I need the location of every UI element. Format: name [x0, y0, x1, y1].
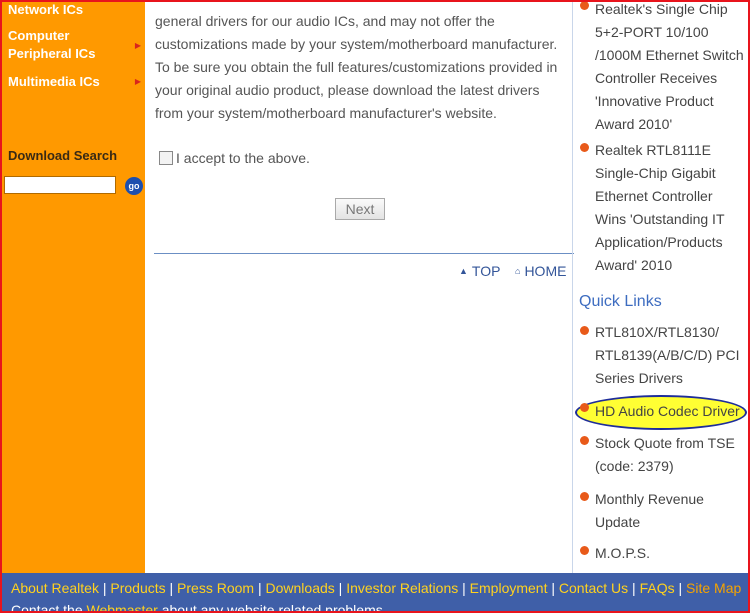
contact-suffix: about any website related problems. — [161, 602, 387, 613]
download-search-title: Download Search — [8, 148, 118, 163]
sidebar-item-computer-peripheral-ics[interactable]: Computer Peripheral ICs — [8, 27, 133, 63]
top-link-label: TOP — [471, 263, 501, 279]
sidebar-item-label: Multimedia ICs — [8, 74, 100, 89]
go-button[interactable]: go — [125, 177, 143, 195]
quick-link-item[interactable]: M.O.P.S. — [595, 542, 747, 565]
footer-link-employment[interactable]: Employment — [470, 580, 548, 596]
home-icon: ⌂ — [515, 266, 521, 276]
browser-frame: Network ICs Computer Peripheral ICs ▶ Mu… — [0, 0, 750, 613]
download-search-input[interactable] — [4, 176, 116, 194]
home-link[interactable]: ⌂ HOME — [515, 263, 566, 279]
main-content: general drivers for our audio ICs, and m… — [145, 2, 574, 573]
footer-link-contact-us[interactable]: Contact Us — [559, 580, 628, 596]
footer-link-site-map[interactable]: Site Map — [686, 580, 741, 596]
news-item[interactable]: Realtek RTL8111E Single-Chip Gigabit Eth… — [595, 139, 747, 277]
webmaster-link[interactable]: Webmaster — [87, 602, 158, 611]
contact-prefix: Contact the — [11, 602, 83, 613]
bullet-icon — [580, 326, 589, 335]
footer-link-press-room[interactable]: Press Room — [177, 580, 254, 596]
accept-checkbox[interactable] — [159, 151, 173, 165]
bullet-icon — [580, 492, 589, 501]
bullet-icon — [580, 143, 589, 152]
footer-link-faqs[interactable]: FAQs — [640, 580, 675, 596]
next-button[interactable]: Next — [335, 198, 385, 220]
bullet-icon — [580, 546, 589, 555]
accept-row: I accept to the above. — [159, 150, 310, 166]
chevron-right-icon: ▶ — [134, 77, 141, 86]
news-item[interactable]: Realtek's Single Chip 5+2-PORT 10/100 /1… — [595, 2, 747, 136]
quick-links-title: Quick Links — [579, 293, 662, 310]
sidebar-item-multimedia-ics[interactable]: Multimedia ICs — [8, 73, 100, 91]
chevron-right-icon: ▶ — [134, 41, 141, 50]
sidebar-item-label: Computer Peripheral ICs — [8, 28, 96, 61]
quick-link-item[interactable]: Stock Quote from TSE (code: 2379) — [595, 432, 747, 478]
left-sidebar: Network ICs Computer Peripheral ICs ▶ Mu… — [2, 2, 145, 573]
footer-link-about[interactable]: About Realtek — [11, 580, 99, 596]
driver-notice-text: general drivers for our audio ICs, and m… — [155, 13, 558, 121]
quick-link-item-hd-audio[interactable]: HD Audio Codec Driver — [595, 400, 747, 423]
footer-link-products[interactable]: Products — [110, 580, 165, 596]
footer-link-downloads[interactable]: Downloads — [266, 580, 335, 596]
bullet-icon — [580, 403, 589, 412]
sidebar-item-network-ics[interactable]: Network ICs — [8, 2, 84, 19]
accept-label: I accept to the above. — [176, 150, 310, 166]
quick-link-item[interactable]: RTL810X/RTL8130/ RTL8139(A/B/C/D) PCI Se… — [595, 321, 747, 390]
arrow-up-icon: ▲ — [459, 266, 468, 276]
quick-link-item[interactable]: Monthly Revenue Update — [595, 488, 747, 534]
footer-links: About Realtek | Products | Press Room | … — [11, 580, 742, 596]
top-link[interactable]: ▲ TOP — [459, 263, 500, 279]
content-divider — [154, 253, 574, 254]
right-column: Realtek's Single Chip 5+2-PORT 10/100 /1… — [572, 2, 748, 573]
bullet-icon — [580, 2, 589, 10]
bullet-icon — [580, 436, 589, 445]
sidebar-item-label: Network ICs — [8, 2, 84, 17]
contact-line: Contact the Webmaster about any website … — [11, 602, 387, 613]
footer: About Realtek | Products | Press Room | … — [2, 573, 748, 611]
footer-link-investor-relations[interactable]: Investor Relations — [346, 580, 458, 596]
home-link-label: HOME — [524, 263, 567, 279]
